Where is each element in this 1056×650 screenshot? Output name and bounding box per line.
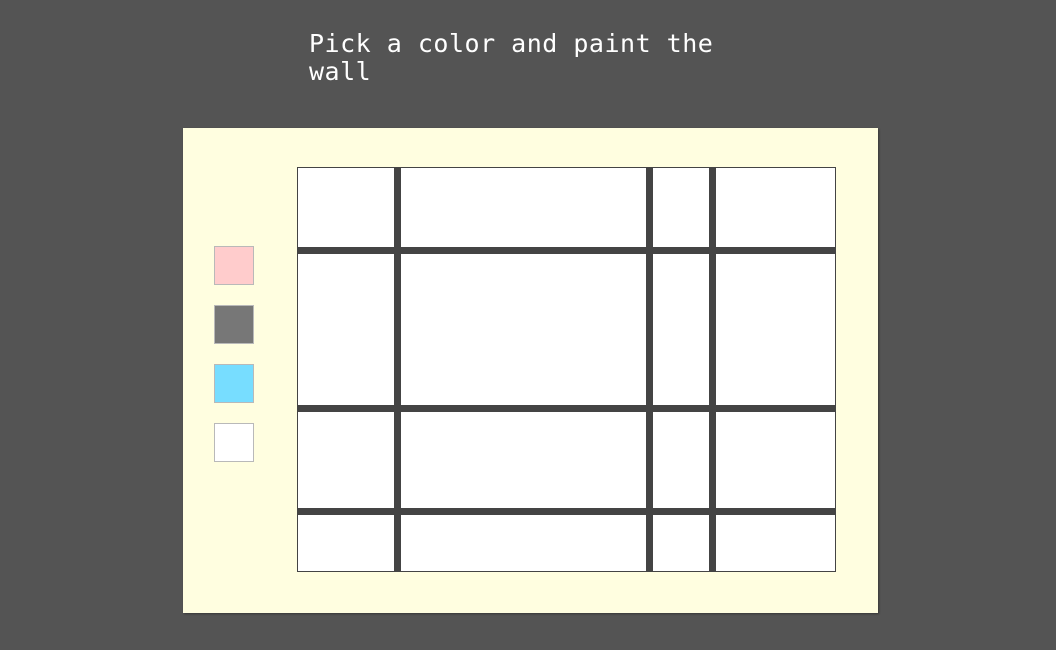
wall-cell-r2-c3[interactable] [653,254,709,405]
wall-cell-r4-c1[interactable] [298,515,394,571]
color-swatch-light-blue[interactable] [214,364,254,403]
wall [297,167,836,572]
wall-cell-r4-c2[interactable] [401,515,646,571]
wall-cell-r1-c1[interactable] [298,168,394,247]
wall-cell-r1-c4[interactable] [716,168,835,247]
wall-cell-r3-c3[interactable] [653,412,709,508]
wall-cell-r2-c4[interactable] [716,254,835,405]
instruction-text: Pick a color and paint the wall [309,29,714,86]
wall-cell-r2-c1[interactable] [298,254,394,405]
wall-cell-r1-c3[interactable] [653,168,709,247]
wall-cell-r3-c4[interactable] [716,412,835,508]
wall-cell-r4-c3[interactable] [653,515,709,571]
wall-cell-r4-c4[interactable] [716,515,835,571]
color-swatch-white[interactable] [214,423,254,462]
wall-cell-r3-c2[interactable] [401,412,646,508]
wall-cell-r3-c1[interactable] [298,412,394,508]
color-swatch-pink[interactable] [214,246,254,285]
color-swatch-gray[interactable] [214,305,254,344]
game-screen: Pick a color and paint the wall [0,0,1056,650]
wall-cell-r1-c2[interactable] [401,168,646,247]
paint-board [183,128,878,613]
wall-cell-r2-c2[interactable] [401,254,646,405]
